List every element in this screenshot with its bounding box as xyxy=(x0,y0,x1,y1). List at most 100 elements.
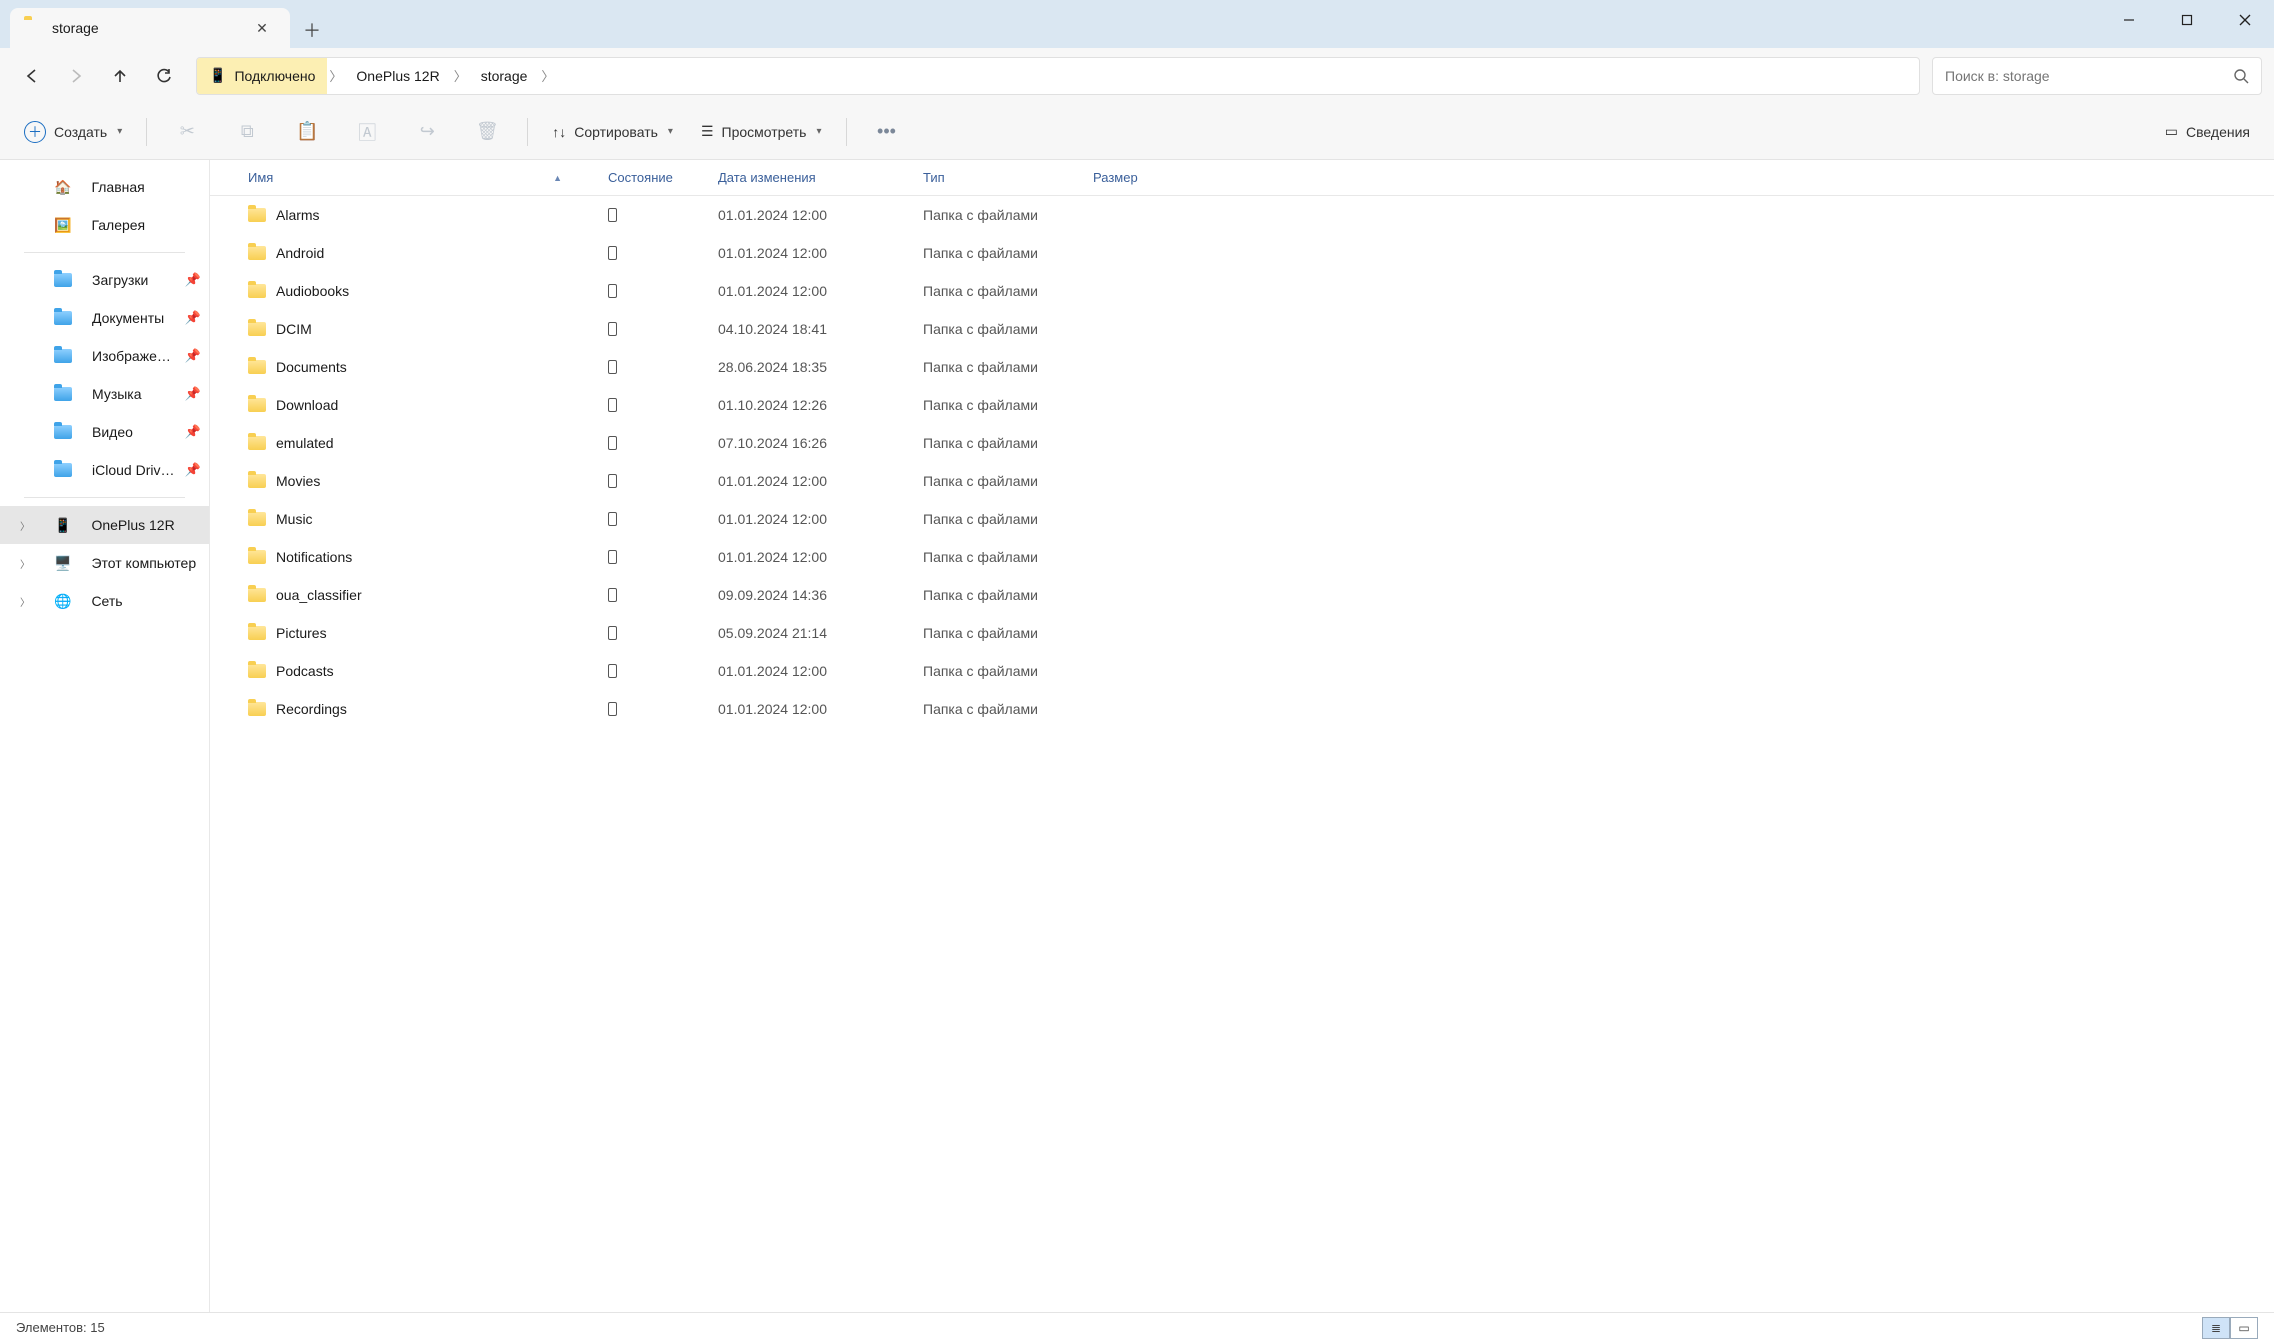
share-button[interactable]: ↪ xyxy=(407,121,447,142)
back-button[interactable] xyxy=(12,56,52,96)
file-type: Папка с файлами xyxy=(915,701,1085,717)
tab-current[interactable]: storage ✕ xyxy=(10,8,290,48)
col-size[interactable]: Размер xyxy=(1085,170,1185,185)
sidebar-item[interactable]: 〉🖥️Этот компьютер xyxy=(0,544,209,582)
sidebar-item[interactable]: 〉📱OnePlus 12R xyxy=(0,506,209,544)
pin-icon: 📌 xyxy=(185,424,201,440)
device-icon xyxy=(608,284,617,298)
file-name: Android xyxy=(276,245,324,261)
details-pane-button[interactable]: ▭ Сведения xyxy=(2161,114,2254,150)
table-row[interactable]: Pictures05.09.2024 21:14Папка с файлами xyxy=(210,614,2274,652)
sidebar-item-label: Этот компьютер xyxy=(91,555,196,571)
search-box[interactable] xyxy=(1932,57,2262,95)
copy-button[interactable]: ⧉ xyxy=(227,121,267,142)
table-row[interactable]: Podcasts01.01.2024 12:00Папка с файлами xyxy=(210,652,2274,690)
sidebar-item-label: Сеть xyxy=(91,593,122,609)
table-row[interactable]: Music01.01.2024 12:00Папка с файлами xyxy=(210,500,2274,538)
more-button[interactable]: ••• xyxy=(867,121,907,142)
search-input[interactable] xyxy=(1945,68,2233,84)
col-name[interactable]: Имя ▲ xyxy=(240,170,600,185)
file-type: Папка с файлами xyxy=(915,663,1085,679)
device-icon xyxy=(608,702,617,716)
table-row[interactable]: Movies01.01.2024 12:00Папка с файлами xyxy=(210,462,2274,500)
file-date: 01.01.2024 12:00 xyxy=(710,549,915,565)
table-row[interactable]: Alarms01.01.2024 12:00Папка с файлами xyxy=(210,196,2274,234)
sidebar-item[interactable]: Музыка📌 xyxy=(0,375,209,413)
paste-button[interactable]: 📋 xyxy=(287,121,327,142)
file-date: 01.01.2024 12:00 xyxy=(710,245,915,261)
sidebar-item[interactable]: Документы📌 xyxy=(0,299,209,337)
maximize-button[interactable] xyxy=(2158,0,2216,40)
folder-icon xyxy=(248,246,266,260)
col-state[interactable]: Состояние xyxy=(600,170,710,185)
cut-button[interactable]: ✂ xyxy=(167,121,207,142)
table-row[interactable]: Android01.01.2024 12:00Папка с файлами xyxy=(210,234,2274,272)
rows-container: Alarms01.01.2024 12:00Папка с файламиAnd… xyxy=(210,196,2274,1312)
separator xyxy=(527,118,528,146)
file-type: Папка с файлами xyxy=(915,625,1085,641)
chevron-right-icon[interactable]: 〉 xyxy=(20,594,30,609)
rename-button[interactable]: 🄰 xyxy=(347,119,387,145)
file-name: Alarms xyxy=(276,207,320,223)
file-name: Movies xyxy=(276,473,320,489)
file-date: 28.06.2024 18:35 xyxy=(710,359,915,375)
file-date: 09.09.2024 14:36 xyxy=(710,587,915,603)
col-date[interactable]: Дата изменения xyxy=(710,170,915,185)
sort-button[interactable]: ↑↓ Сортировать ▾ xyxy=(548,114,677,150)
chevron-right-icon[interactable]: 〉 xyxy=(539,66,556,85)
crumb-device[interactable]: OnePlus 12R xyxy=(344,58,451,94)
chevron-right-icon[interactable]: 〉 xyxy=(327,66,344,85)
col-name-label: Имя xyxy=(248,170,273,185)
sidebar-item[interactable]: Видео📌 xyxy=(0,413,209,451)
close-button[interactable] xyxy=(2216,0,2274,40)
sidebar-item[interactable]: 〉🌐Сеть xyxy=(0,582,209,620)
sidebar-item[interactable]: Загрузки📌 xyxy=(0,261,209,299)
create-button[interactable]: ＋ Создать ▾ xyxy=(20,114,126,150)
col-type[interactable]: Тип xyxy=(915,170,1085,185)
minimize-button[interactable] xyxy=(2100,0,2158,40)
file-name: Notifications xyxy=(276,549,352,565)
forward-button[interactable] xyxy=(56,56,96,96)
folder-icon xyxy=(248,550,266,564)
create-label: Создать xyxy=(54,124,107,140)
table-row[interactable]: DCIM04.10.2024 18:41Папка с файлами xyxy=(210,310,2274,348)
titlebar: storage ✕ ＋ xyxy=(0,0,2274,48)
folder-icon xyxy=(54,463,72,477)
file-type: Папка с файлами xyxy=(915,321,1085,337)
file-date: 05.09.2024 21:14 xyxy=(710,625,915,641)
folder-icon xyxy=(248,702,266,716)
chevron-right-icon[interactable]: 〉 xyxy=(20,556,30,571)
sidebar-item[interactable]: Изображения📌 xyxy=(0,337,209,375)
refresh-button[interactable] xyxy=(144,56,184,96)
view-button[interactable]: ☰ Просмотреть ▾ xyxy=(697,114,826,150)
table-row[interactable]: Recordings01.01.2024 12:00Папка с файлам… xyxy=(210,690,2274,728)
table-row[interactable]: Audiobooks01.01.2024 12:00Папка с файлам… xyxy=(210,272,2274,310)
crumb-folder[interactable]: storage xyxy=(469,58,540,94)
chevron-right-icon[interactable]: 〉 xyxy=(20,518,30,533)
crumb-connected[interactable]: 📱 Подключено xyxy=(197,58,327,94)
breadcrumb[interactable]: 📱 Подключено 〉 OnePlus 12R 〉 storage 〉 xyxy=(196,57,1920,95)
sidebar-item[interactable]: 🖼️Галерея xyxy=(0,206,209,244)
new-tab-button[interactable]: ＋ xyxy=(294,12,330,48)
table-row[interactable]: oua_classifier09.09.2024 14:36Папка с фа… xyxy=(210,576,2274,614)
sidebar-item[interactable]: 🏠Главная xyxy=(0,168,209,206)
separator xyxy=(146,118,147,146)
file-list: Имя ▲ Состояние Дата изменения Тип Разме… xyxy=(210,160,2274,1312)
sidebar-item[interactable]: iCloud Drive (Ma📌 xyxy=(0,451,209,489)
chevron-right-icon[interactable]: 〉 xyxy=(452,66,469,85)
table-row[interactable]: Download01.10.2024 12:26Папка с файлами xyxy=(210,386,2274,424)
item-count: Элементов: 15 xyxy=(16,1320,105,1335)
file-name: Audiobooks xyxy=(276,283,349,299)
folder-icon xyxy=(248,398,266,412)
delete-button[interactable]: 🗑 xyxy=(467,121,507,142)
folder-icon xyxy=(248,512,266,526)
pin-icon: 📌 xyxy=(185,386,201,402)
up-button[interactable] xyxy=(100,56,140,96)
icons-view-button[interactable]: ▭ xyxy=(2230,1317,2258,1339)
table-row[interactable]: emulated07.10.2024 16:26Папка с файлами xyxy=(210,424,2274,462)
tab-close-button[interactable]: ✕ xyxy=(248,14,276,42)
pin-icon: 📌 xyxy=(185,310,201,326)
table-row[interactable]: Notifications01.01.2024 12:00Папка с фай… xyxy=(210,538,2274,576)
table-row[interactable]: Documents28.06.2024 18:35Папка с файлами xyxy=(210,348,2274,386)
details-view-button[interactable]: ≣ xyxy=(2202,1317,2230,1339)
